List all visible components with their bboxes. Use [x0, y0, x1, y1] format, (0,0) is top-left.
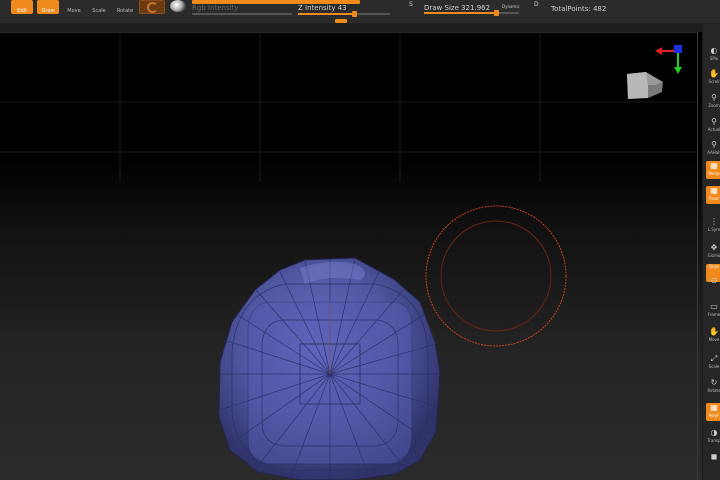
brush-outer-circle	[425, 205, 567, 347]
tray-button-label: L.Sym	[707, 227, 720, 232]
navigation-cube-icon[interactable]	[627, 72, 663, 99]
transp-icon: ◑	[710, 428, 718, 437]
tray-button-axis-icon[interactable]: ⊙	[706, 276, 720, 294]
gizmo-y-arrow	[674, 67, 682, 74]
tray-button-polyf[interactable]: ▦ PolyF	[706, 403, 720, 421]
tray-button-label: Frame	[707, 312, 720, 317]
mesh-object[interactable]	[218, 257, 441, 480]
tray-button-label: SPix	[709, 56, 719, 61]
tray-button-label: PolyF	[708, 413, 720, 418]
tray-button-spix[interactable]: ◐ SPix	[706, 46, 720, 64]
rgb-intensity-slider[interactable]	[192, 13, 292, 15]
brush-selector[interactable]	[139, 0, 165, 14]
s-badge: S	[409, 1, 413, 8]
ghost-icon: ◼	[710, 452, 718, 461]
tray-button-label: Gizmo	[707, 253, 720, 258]
draw-size-fill	[424, 12, 498, 14]
scroll-hand-icon: ✋	[709, 69, 719, 78]
rgb-intensity-label: Rgb Intensity	[192, 4, 239, 12]
tray-button-label: AAHalf	[707, 150, 720, 155]
s-toggle-icon[interactable]: S	[403, 0, 413, 8]
tray-button-label: Transp	[707, 438, 720, 443]
axis-icon: ⊙	[710, 276, 718, 285]
persp-icon: ▦	[710, 161, 718, 170]
rotate-icon: ↻	[710, 378, 718, 387]
tray-button-zoom[interactable]: ⚲ Zoom	[706, 93, 720, 111]
viewport-scene	[0, 32, 698, 480]
top-toolbar: Edit Draw Move Scale Rotate Rgb Intensit…	[0, 0, 720, 24]
draw-size-knob[interactable]	[494, 10, 499, 16]
tray-button-label: Qxyz	[709, 264, 719, 269]
z-intensity-tab[interactable]	[335, 19, 347, 23]
material-sphere-icon[interactable]	[170, 0, 186, 12]
zoom-icon: ⚲	[711, 93, 717, 102]
d-toggle-icon[interactable]: D	[528, 0, 539, 8]
tray-button-rotate[interactable]: ↻ Rotate	[706, 378, 720, 396]
gizmo-z-block	[674, 45, 682, 53]
scale-button[interactable]: Scale	[88, 0, 110, 14]
gizmo-icon: ✥	[710, 243, 718, 252]
tray-button-gizmo[interactable]: ✥ Gizmo	[706, 243, 720, 261]
brush-spiral-icon	[147, 2, 158, 13]
toolbar-shelf	[0, 24, 702, 32]
rotate-button[interactable]: Rotate	[114, 0, 136, 14]
frame-icon: ▭	[710, 302, 718, 311]
edit-button[interactable]: Edit	[11, 0, 33, 14]
tray-button-persp[interactable]: ▦ Persp	[706, 161, 720, 179]
tray-button-ghost-icon[interactable]: ◼	[706, 452, 720, 470]
draw-size-slider[interactable]	[424, 10, 519, 16]
tray-button-label: Scroll	[708, 79, 720, 84]
rotate-label: Rotate	[116, 8, 134, 14]
polyframe-icon: ▦	[710, 403, 718, 412]
tray-button-label: Persp	[708, 171, 720, 176]
background-grid	[0, 32, 698, 182]
z-intensity-knob[interactable]	[352, 11, 357, 17]
draw-label: Draw	[41, 8, 55, 14]
tray-button-aahalf[interactable]: ⚲ AAHalf	[706, 140, 720, 158]
tray-button-floor[interactable]: ▦ Floor	[706, 186, 720, 204]
tray-button-label: Scale	[708, 364, 720, 369]
dynamic-toggle[interactable]: Dynamic	[502, 4, 520, 9]
tray-button-actual[interactable]: ⚲ Actual	[706, 117, 720, 135]
move-label: Move	[67, 8, 81, 14]
move-button[interactable]: Move	[63, 0, 85, 14]
tray-button-transp[interactable]: ◑ Transp	[706, 428, 720, 446]
draw-size-label: Draw Size 321.962	[424, 4, 491, 12]
z-intensity-fill	[298, 13, 356, 15]
tray-button-label: Rotate	[707, 388, 720, 393]
draw-button[interactable]: Draw	[37, 0, 59, 14]
scale-icon: ⤢	[710, 354, 718, 363]
actual-icon: ⚲	[711, 117, 717, 126]
orientation-gizmo[interactable]	[655, 45, 682, 74]
tray-button-label: Floor	[709, 196, 719, 201]
tray-button-scroll[interactable]: ✋ Scroll	[706, 69, 720, 87]
z-intensity-label: Z Intensity 43	[298, 4, 347, 12]
floor-icon: ▦	[710, 186, 718, 195]
aahalf-icon: ⚲	[711, 140, 717, 149]
tray-button-label: Zoom	[708, 103, 720, 108]
lsym-icon: ⋮	[710, 217, 718, 226]
viewport-canvas[interactable]	[0, 32, 702, 480]
tray-button-move[interactable]: ✋ Move	[706, 327, 720, 345]
scale-label: Scale	[92, 8, 106, 14]
edit-label: Edit	[17, 8, 27, 14]
spix-icon: ◐	[710, 46, 718, 55]
d-badge: D	[534, 1, 539, 8]
tray-button-label: Actual	[707, 127, 720, 132]
total-points-label: TotalPoints: 482	[551, 5, 607, 13]
tray-button-frame[interactable]: ▭ Frame	[706, 302, 720, 320]
tray-button-label: Move	[708, 337, 720, 342]
brush-inner-circle	[440, 220, 552, 332]
z-intensity-slider[interactable]	[298, 11, 390, 17]
move-icon: ✋	[709, 327, 719, 336]
gizmo-x-arrow	[655, 47, 662, 55]
tray-button-scale[interactable]: ⤢ Scale	[706, 354, 720, 372]
tray-button-l-sym[interactable]: ⋮ L.Sym	[706, 217, 720, 235]
